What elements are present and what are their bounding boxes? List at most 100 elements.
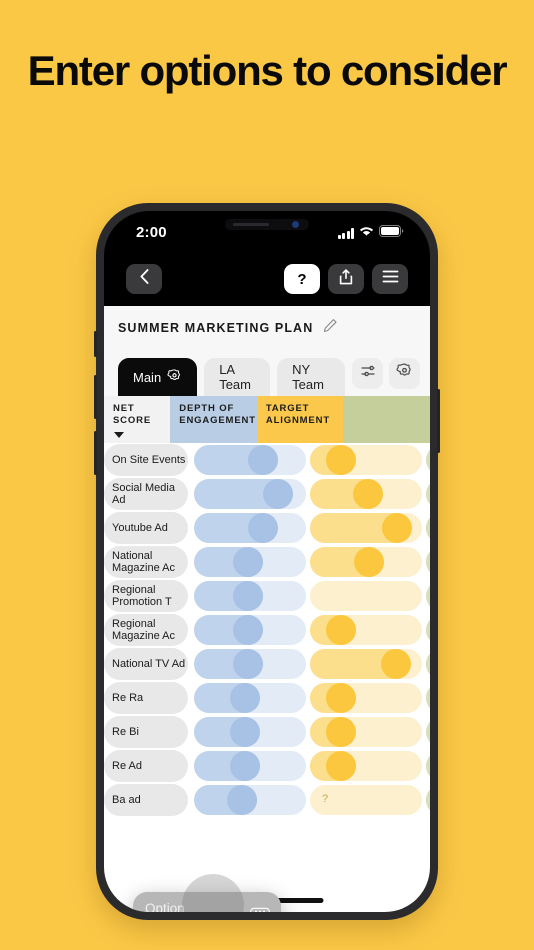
table-row[interactable]: National TV Ad bbox=[104, 647, 430, 681]
score-cell-green[interactable] bbox=[424, 681, 430, 715]
score-knob[interactable] bbox=[233, 581, 263, 611]
score-knob[interactable] bbox=[326, 683, 356, 713]
score-cell-green[interactable] bbox=[424, 579, 430, 613]
score-track bbox=[310, 581, 422, 611]
question-mark-icon: ? bbox=[297, 270, 307, 288]
row-label-cell[interactable]: Regional Promotion T bbox=[104, 579, 192, 613]
score-cell-blue[interactable] bbox=[192, 681, 308, 715]
filter-sliders-button[interactable] bbox=[352, 357, 383, 389]
phone-power-button bbox=[437, 389, 440, 453]
score-knob[interactable] bbox=[248, 513, 278, 543]
score-cell-blue[interactable] bbox=[192, 579, 308, 613]
pencil-icon[interactable] bbox=[323, 318, 338, 338]
score-knob[interactable] bbox=[230, 683, 260, 713]
score-knob[interactable] bbox=[233, 615, 263, 645]
phone-mute-switch bbox=[94, 331, 97, 357]
tab-main[interactable]: Main bbox=[118, 358, 198, 396]
hamburger-menu-button[interactable] bbox=[372, 264, 408, 294]
column-header-target-alignment[interactable]: TARGET ALIGNMENT bbox=[256, 396, 344, 443]
score-cell-yellow[interactable] bbox=[308, 443, 424, 477]
table-row[interactable]: Social Media Ad bbox=[104, 477, 430, 511]
capsule-row-icon bbox=[250, 904, 270, 912]
score-knob[interactable] bbox=[233, 649, 263, 679]
row-label-cell[interactable]: On Site Events bbox=[104, 443, 192, 477]
score-cell-green[interactable] bbox=[424, 749, 430, 783]
table-row[interactable]: Re Bi bbox=[104, 715, 430, 749]
score-cell-yellow[interactable] bbox=[308, 579, 424, 613]
score-knob[interactable] bbox=[353, 479, 383, 509]
tab-la-team[interactable]: LA Team bbox=[204, 358, 271, 396]
score-knob[interactable] bbox=[230, 717, 260, 747]
row-label-cell[interactable]: National TV Ad bbox=[104, 647, 192, 681]
gear-flower-icon bbox=[167, 368, 182, 386]
score-cell-blue[interactable] bbox=[192, 511, 308, 545]
score-knob[interactable] bbox=[248, 445, 278, 475]
share-button[interactable] bbox=[328, 264, 364, 294]
row-label-cell[interactable]: Re Ra bbox=[104, 681, 192, 715]
score-cell-green[interactable] bbox=[424, 613, 430, 647]
table-row[interactable]: Youtube Ad bbox=[104, 511, 430, 545]
score-cell-blue[interactable] bbox=[192, 749, 308, 783]
table-row[interactable]: Regional Magazine Ac bbox=[104, 613, 430, 647]
score-knob[interactable] bbox=[230, 751, 260, 781]
table-row[interactable]: National Magazine Ac bbox=[104, 545, 430, 579]
row-label: Re Ra bbox=[112, 691, 144, 704]
settings-gear-button[interactable] bbox=[389, 357, 420, 389]
table-row[interactable]: Re Ad bbox=[104, 749, 430, 783]
score-cell-yellow[interactable] bbox=[308, 681, 424, 715]
row-label-cell[interactable]: Social Media Ad bbox=[104, 477, 192, 511]
score-cell-blue[interactable] bbox=[192, 613, 308, 647]
score-knob[interactable] bbox=[326, 751, 356, 781]
table-row[interactable]: On Site Events bbox=[104, 443, 430, 477]
score-cell-yellow[interactable] bbox=[308, 647, 424, 681]
row-label-cell[interactable]: Youtube Ad bbox=[104, 511, 192, 545]
score-cell-blue[interactable] bbox=[192, 443, 308, 477]
back-button[interactable] bbox=[126, 264, 162, 294]
row-label-cell[interactable]: Re Bi bbox=[104, 715, 192, 749]
score-knob[interactable] bbox=[326, 445, 356, 475]
chevron-left-icon bbox=[140, 269, 149, 289]
help-button[interactable]: ? bbox=[284, 264, 320, 294]
speaker-slit bbox=[233, 223, 269, 226]
score-cell-blue[interactable] bbox=[192, 545, 308, 579]
score-cell-yellow[interactable] bbox=[308, 749, 424, 783]
score-knob[interactable] bbox=[354, 547, 384, 577]
score-cell-yellow[interactable]: ? bbox=[308, 783, 424, 817]
score-cell-green[interactable] bbox=[424, 783, 430, 817]
score-cell-green[interactable] bbox=[424, 545, 430, 579]
score-knob[interactable] bbox=[263, 479, 293, 509]
score-cell-yellow[interactable] bbox=[308, 511, 424, 545]
score-cell-yellow[interactable] bbox=[308, 477, 424, 511]
caret-down-icon[interactable] bbox=[114, 432, 124, 438]
score-cell-blue[interactable] bbox=[192, 647, 308, 681]
score-knob[interactable] bbox=[233, 547, 263, 577]
score-cell-green[interactable] bbox=[424, 715, 430, 749]
row-label-cell[interactable]: National Magazine Ac bbox=[104, 545, 192, 579]
score-knob[interactable] bbox=[227, 785, 257, 815]
score-cell-green[interactable] bbox=[424, 511, 430, 545]
row-label-cell[interactable]: Re Ad bbox=[104, 749, 192, 783]
score-knob[interactable] bbox=[382, 513, 412, 543]
score-cell-blue[interactable] bbox=[192, 477, 308, 511]
column-header-depth-of-engagement[interactable]: DEPTH OF ENGAGEMENT bbox=[170, 396, 257, 443]
row-label-cell[interactable]: Ba ad bbox=[104, 783, 192, 817]
score-cell-blue[interactable] bbox=[192, 783, 308, 817]
table-row[interactable]: Regional Promotion T bbox=[104, 579, 430, 613]
score-cell-blue[interactable] bbox=[192, 715, 308, 749]
score-cell-yellow[interactable] bbox=[308, 545, 424, 579]
column-header-extra[interactable] bbox=[343, 396, 430, 443]
phone-screen: 2:00 ? SUMMER MARKETING PLAN Main LA Tea… bbox=[104, 211, 430, 912]
score-cell-green[interactable] bbox=[424, 477, 430, 511]
score-cell-yellow[interactable] bbox=[308, 715, 424, 749]
column-header-net-score[interactable]: NET SCORE bbox=[104, 396, 171, 443]
row-label-cell[interactable]: Regional Magazine Ac bbox=[104, 613, 192, 647]
tab-ny-team[interactable]: NY Team bbox=[277, 358, 345, 396]
score-cell-green[interactable] bbox=[424, 647, 430, 681]
table-row[interactable]: Ba ad? bbox=[104, 783, 430, 817]
table-row[interactable]: Re Ra bbox=[104, 681, 430, 715]
score-knob[interactable] bbox=[381, 649, 411, 679]
score-cell-yellow[interactable] bbox=[308, 613, 424, 647]
score-knob[interactable] bbox=[326, 615, 356, 645]
score-knob[interactable] bbox=[326, 717, 356, 747]
score-cell-green[interactable] bbox=[424, 443, 430, 477]
